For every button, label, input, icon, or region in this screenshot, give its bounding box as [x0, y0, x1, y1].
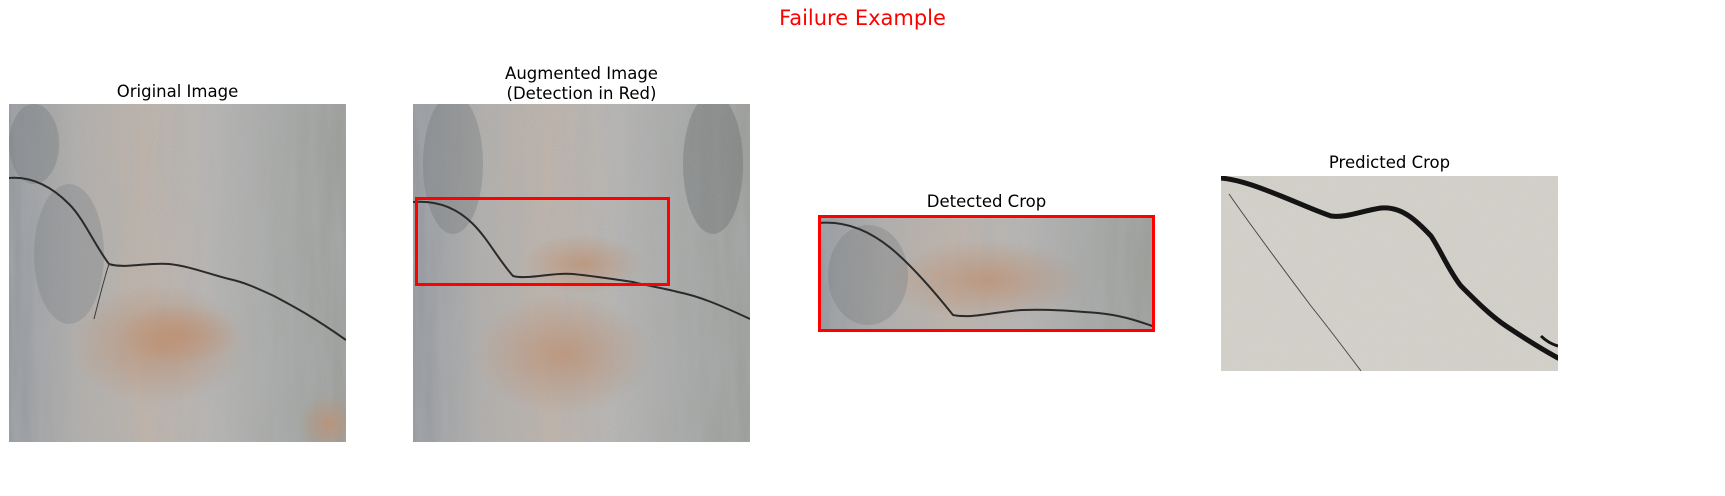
figure-title: Failure Example — [779, 6, 946, 30]
detection-box — [415, 197, 670, 286]
panel-title-predicted-crop: Predicted Crop — [1328, 153, 1451, 172]
panel-title-original: Original Image — [116, 82, 239, 101]
augmented-image — [413, 104, 750, 442]
predicted-crop-image — [1221, 176, 1558, 371]
panel-title-augmented: Augmented Image (Detection in Red) — [505, 64, 658, 103]
original-image — [9, 104, 346, 442]
panel-title-detected-crop: Detected Crop — [926, 192, 1047, 211]
detected-crop-image — [818, 215, 1155, 332]
